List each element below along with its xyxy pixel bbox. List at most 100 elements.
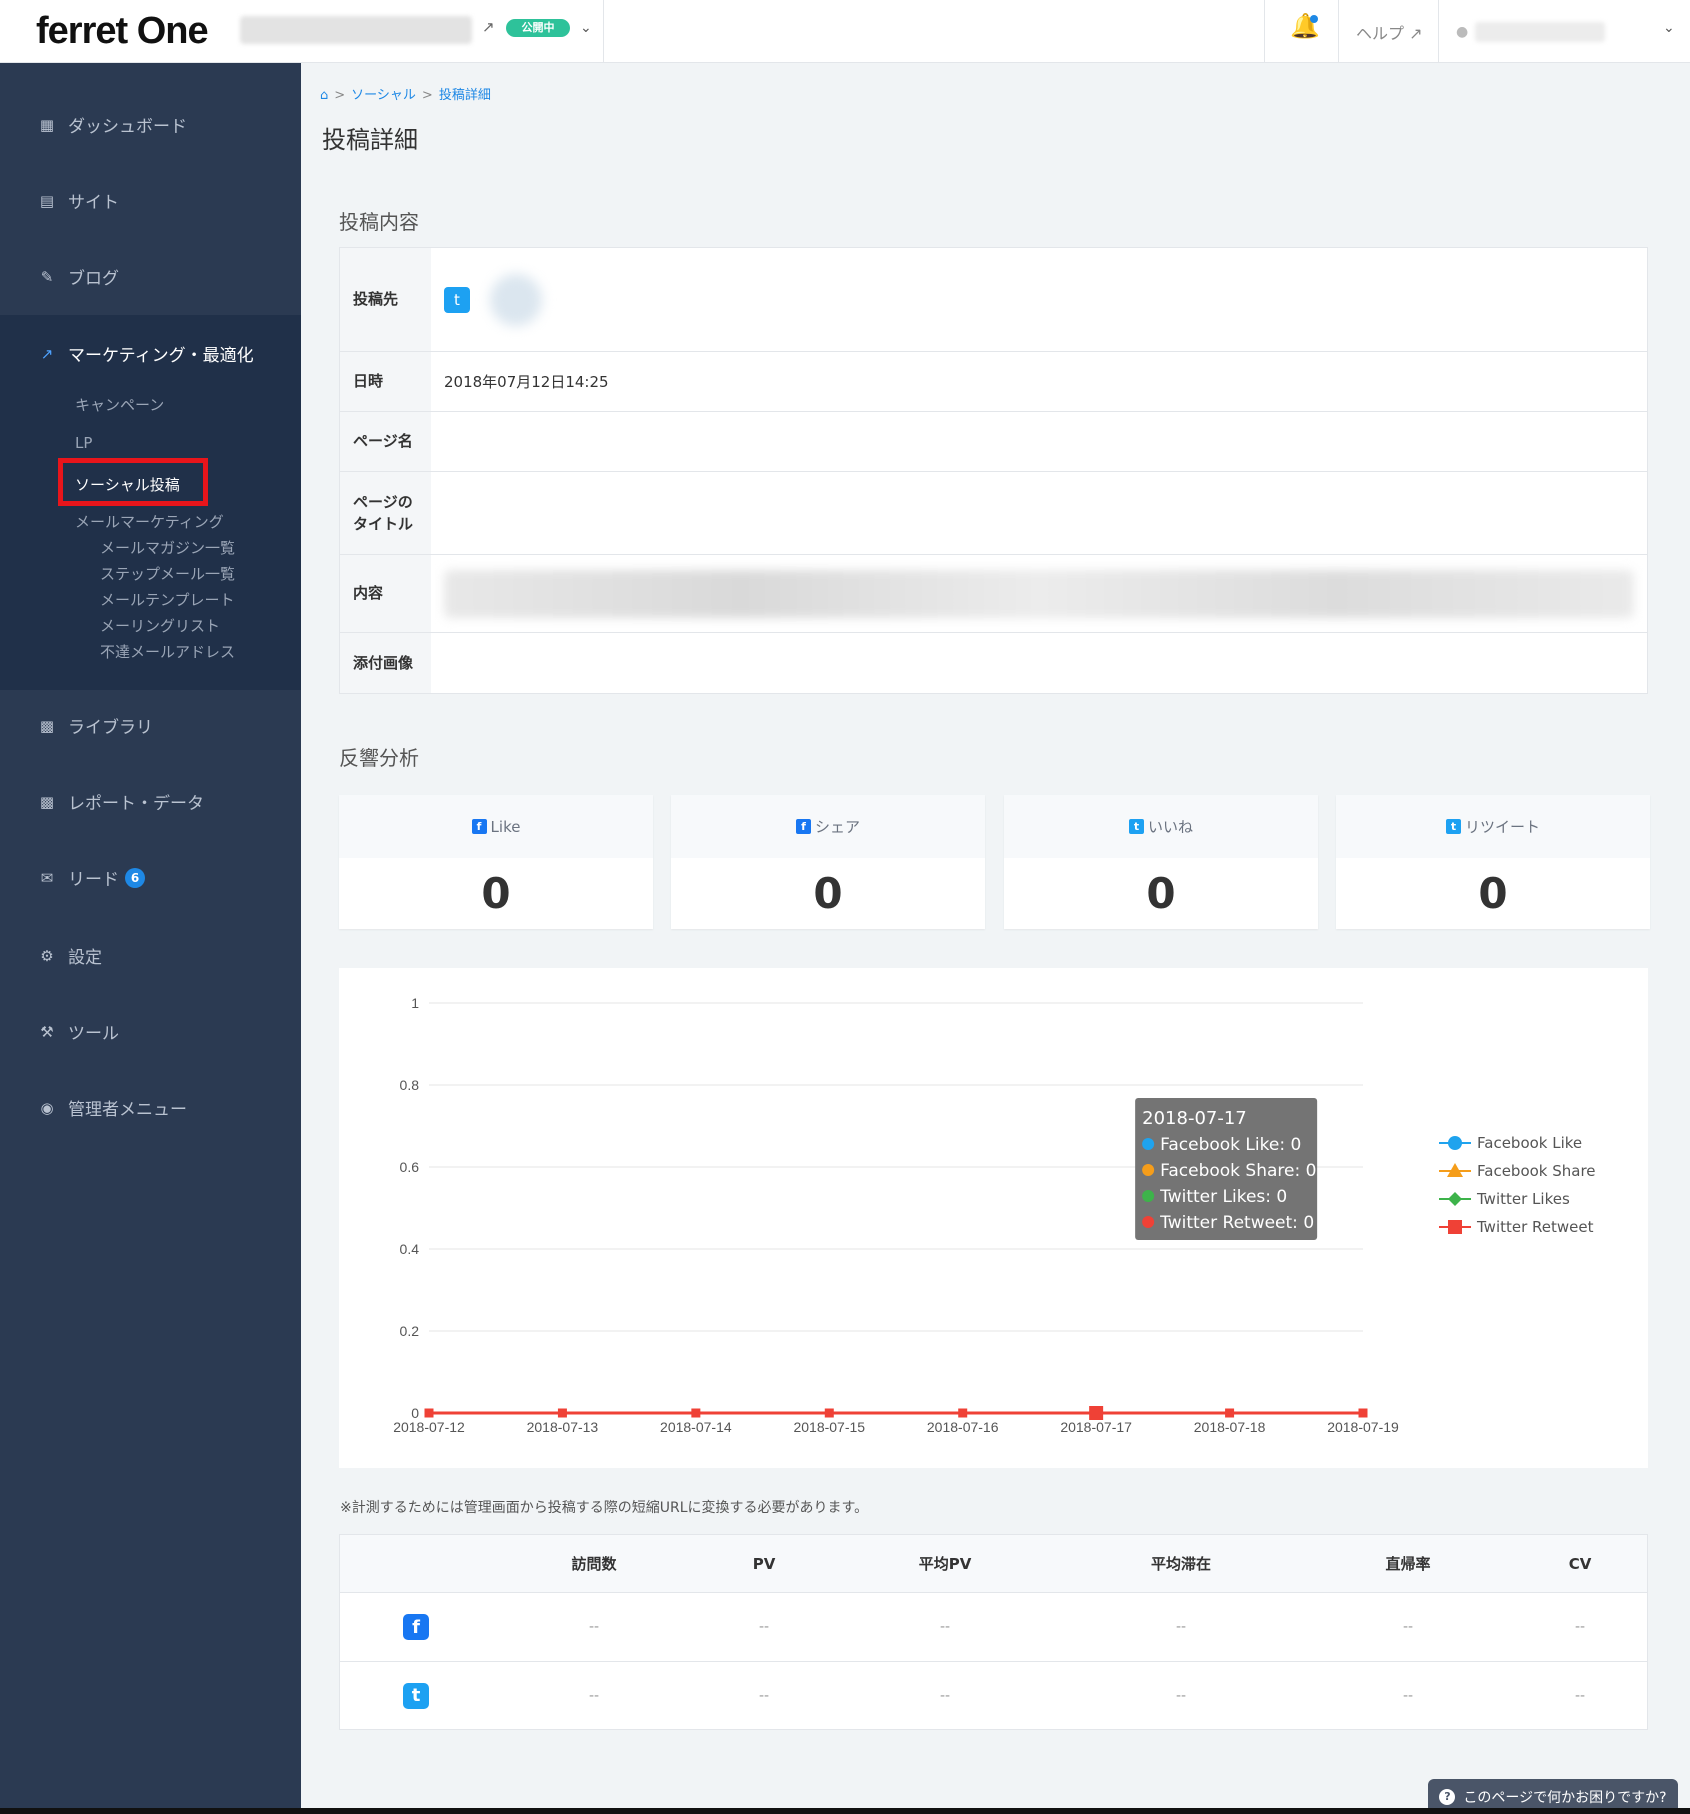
facebook-icon: f — [471, 819, 487, 834]
detail-row-attachment: 添付画像 — [340, 633, 1647, 693]
table-cell: -- — [588, 1619, 600, 1635]
stat-value: 0 — [813, 869, 843, 918]
section-analysis-title: 反響分析 — [339, 746, 419, 770]
sidebar-item-label: 管理者メニュー — [68, 1100, 187, 1120]
detail-row-content: 内容 — [340, 555, 1647, 633]
stat-card-tw-like: t いいね 0 — [1004, 795, 1318, 929]
sidebar-item-label: ツール — [68, 1024, 119, 1044]
trend-icon: ↗ — [40, 344, 54, 363]
detail-row-destination: 投稿先 t — [340, 248, 1647, 352]
legend-marker — [1448, 1136, 1462, 1150]
subnav-step-mail[interactable]: ステップメール一覧 — [100, 563, 235, 584]
x-tick-label: 2018-07-18 — [1194, 1419, 1266, 1435]
x-tick-label: 2018-07-16 — [927, 1419, 999, 1435]
sidebar-item-blog[interactable]: ✎ ブログ — [38, 264, 119, 290]
account-avatar-blurred — [490, 273, 542, 326]
subnav-mailing-list[interactable]: メーリングリスト — [100, 615, 220, 636]
tooltip-dot — [1142, 1190, 1155, 1202]
stat-card-fb-like: f Like 0 — [339, 795, 653, 929]
facebook-icon: f — [795, 819, 811, 834]
question-icon: ? — [1439, 1788, 1456, 1805]
legend-marker — [1448, 1192, 1462, 1206]
table-cell: -- — [588, 1687, 600, 1704]
home-icon[interactable]: ⌂ — [320, 88, 328, 103]
chevron-down-icon[interactable]: ⌄ — [580, 20, 592, 36]
table-cell: -- — [1402, 1687, 1414, 1704]
column-header: 訪問数 — [571, 1555, 617, 1573]
status-badge: 公開中 — [506, 19, 570, 37]
sidebar-item-marketing[interactable]: ↗ マーケティング・最適化 — [38, 341, 254, 367]
stat-card-tw-retweet: t リツイート 0 — [1336, 795, 1650, 929]
section-post-title: 投稿内容 — [339, 210, 419, 234]
detail-label: ページ名 — [340, 412, 431, 471]
sidebar-item-report[interactable]: ▩ レポート・データ — [38, 789, 204, 815]
tooltip-line: Facebook Share: 0 — [1160, 1161, 1316, 1181]
stat-value: 0 — [481, 869, 511, 918]
user-name-blurred[interactable] — [1475, 22, 1605, 42]
data-point — [958, 1408, 968, 1418]
column-header: 平均PV — [918, 1555, 972, 1573]
header-divider — [1338, 0, 1339, 63]
mail-icon: ✉ — [40, 868, 54, 887]
breadcrumb-social[interactable]: ソーシャル — [351, 88, 416, 103]
stat-label: リツイート — [1464, 818, 1540, 836]
sidebar-item-tools[interactable]: ⚒ ツール — [38, 1019, 119, 1045]
data-point — [1089, 1406, 1104, 1420]
detail-row-date: 日時 2018年07月12日14:25 — [340, 352, 1647, 412]
post-detail-table: 投稿先 t 日時 2018年07月12日14:25 ページ名 ページの タイトル… — [339, 247, 1648, 694]
subnav-mail-template[interactable]: メールテンプレート — [100, 589, 235, 610]
site-icon: ▤ — [39, 191, 55, 210]
detail-label: 内容 — [340, 555, 431, 632]
x-tick-label: 2018-07-12 — [393, 1419, 465, 1435]
detail-label: 添付画像 — [340, 633, 431, 693]
highlight-box — [58, 458, 208, 506]
table-cell: -- — [1175, 1687, 1187, 1704]
sidebar-item-settings[interactable]: ⚙ 設定 — [38, 943, 102, 969]
header-divider — [603, 0, 604, 63]
tooltip-line: Twitter Likes: 0 — [1159, 1187, 1287, 1207]
table-row: t -- -- -- -- -- -- — [340, 1662, 1647, 1729]
sidebar-item-site[interactable]: ▤ サイト — [38, 188, 119, 214]
subnav-lp[interactable]: LP — [75, 434, 92, 452]
top-header: ferret One ↗ 公開中 ⌄ 🔔 ヘルプ ↗ ● ⌄ — [0, 0, 1690, 63]
sidebar-item-library[interactable]: ▩ ライブラリ — [38, 713, 153, 739]
detail-label: 日時 — [340, 352, 431, 411]
measurement-note: ※計測するためには管理画面から投稿する際の短縮URLに変換する必要があります。 — [340, 1500, 869, 1516]
legend-label: Twitter Retweet — [1476, 1218, 1594, 1236]
y-tick-label: 0.2 — [400, 1323, 420, 1339]
subnav-bounce-address[interactable]: 不達メールアドレス — [100, 641, 235, 662]
wrench-icon: ⚒ — [40, 1022, 54, 1041]
x-tick-label: 2018-07-17 — [1060, 1419, 1132, 1435]
x-tick-label: 2018-07-19 — [1327, 1419, 1399, 1435]
twitter-icon: t — [444, 286, 470, 313]
legend-label: Facebook Like — [1477, 1134, 1582, 1152]
subnav-campaign[interactable]: キャンペーン — [75, 394, 164, 415]
breadcrumb-post-detail[interactable]: 投稿詳細 — [439, 88, 491, 103]
notification-dot — [1310, 15, 1318, 23]
sidebar-item-label: サイト — [68, 193, 119, 213]
user-menu-chevron-icon[interactable]: ⌄ — [1663, 20, 1675, 36]
stat-label: シェア — [814, 818, 860, 836]
dashboard-icon: ▦ — [39, 115, 55, 134]
user-icon: ● — [1456, 24, 1469, 40]
detail-row-page-title: ページの タイトル — [340, 472, 1647, 555]
breadcrumb: ⌂ > ソーシャル > 投稿詳細 — [320, 88, 491, 103]
sidebar-item-lead[interactable]: ✉ リード 6 — [38, 865, 145, 890]
help-link[interactable]: ヘルプ ↗ — [1356, 20, 1423, 44]
x-tick-label: 2018-07-13 — [527, 1419, 599, 1435]
external-link-icon[interactable]: ↗ — [482, 18, 495, 36]
data-point — [1225, 1408, 1235, 1418]
tooltip-dot — [1142, 1216, 1155, 1228]
subnav-mail-marketing[interactable]: メールマーケティング — [75, 511, 224, 532]
user-circle-icon: ◉ — [40, 1098, 54, 1117]
stat-card-fb-share: f シェア 0 — [671, 795, 985, 929]
subnav-magazine-list[interactable]: メールマガジン一覧 — [100, 537, 235, 558]
sidebar-item-dashboard[interactable]: ▦ ダッシュボード — [38, 112, 187, 138]
sidebar-item-label: ライブラリ — [68, 718, 153, 738]
table-cell: -- — [939, 1619, 951, 1635]
table-row: f -- -- -- -- -- -- — [340, 1593, 1647, 1662]
logo[interactable]: ferret One — [36, 10, 209, 53]
data-point — [824, 1408, 834, 1418]
site-name-blurred[interactable] — [240, 16, 472, 44]
sidebar-item-admin[interactable]: ◉ 管理者メニュー — [38, 1095, 187, 1121]
